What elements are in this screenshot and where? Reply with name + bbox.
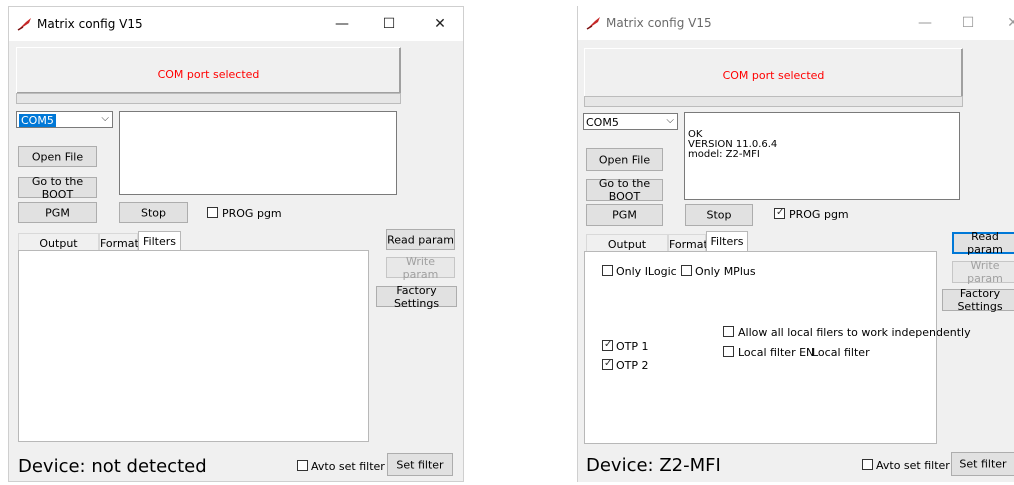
tab-filters[interactable]: Filters xyxy=(706,231,748,253)
set-filter-button[interactable]: Set filter xyxy=(387,453,453,476)
output-textbox[interactable]: OK VERSION 11.0.6.4 model: Z2-MFI xyxy=(684,112,960,200)
title-bar[interactable]: Matrix config V15 — ☐ ✕ xyxy=(9,7,463,41)
checkmark-icon: ✓ xyxy=(604,339,613,350)
feather-pen-icon xyxy=(586,17,600,30)
set-filter-button[interactable]: Set filter xyxy=(951,452,1014,476)
otp2-checkbox[interactable]: ✓ xyxy=(602,358,613,370)
write-param-button[interactable]: Write param xyxy=(386,255,455,281)
stop-button[interactable]: Stop xyxy=(685,204,753,226)
output-line: model: Z2-MFI xyxy=(688,149,760,160)
filters-tab-panel xyxy=(18,250,369,442)
go-to-boot-button[interactable]: Go to the BOOT xyxy=(18,175,97,201)
status-panel: COM port selected xyxy=(584,48,963,98)
com-port-value: COM5 xyxy=(586,116,619,129)
otp2-label: OTP 2 xyxy=(616,359,649,372)
config-window-connected: Matrix config V15 — ☐ ✕ COM port selecte… xyxy=(577,6,1014,482)
minimize-icon[interactable]: — xyxy=(910,11,940,35)
chevron-down-icon: ⌵ xyxy=(101,113,109,124)
only-mplus-label: Only MPlus xyxy=(695,265,756,278)
output-textbox[interactable] xyxy=(119,111,397,195)
prog-pgm-label: PROG pgm xyxy=(222,207,282,220)
avto-set-filter-checkbox[interactable] xyxy=(297,460,308,471)
pgm-button[interactable]: PGM xyxy=(18,202,97,223)
progress-bar xyxy=(16,93,401,104)
stop-button[interactable]: Stop xyxy=(119,202,188,223)
local-filter-en-label: Local filter EN xyxy=(738,346,815,359)
progress-bar xyxy=(584,96,963,107)
prog-pgm-checkbox[interactable]: ✓ xyxy=(774,207,785,219)
read-param-button[interactable]: Read param xyxy=(386,229,455,250)
pgm-button[interactable]: PGM xyxy=(586,204,663,226)
filters-tab-panel: Only ILogic Only MPlus Allow all local f… xyxy=(584,251,971,444)
prog-pgm-label: PROG pgm xyxy=(789,208,849,221)
close-icon[interactable]: ✕ xyxy=(425,12,455,36)
window-title: Matrix config V15 xyxy=(37,17,143,31)
otp1-checkbox[interactable]: ✓ xyxy=(602,339,613,351)
open-file-button[interactable]: Open File xyxy=(18,146,97,167)
tab-output-protocol[interactable]: Output protocol xyxy=(18,233,99,263)
config-window-disconnected: Matrix config V15 — ☐ ✕ COM port selecte… xyxy=(8,6,464,482)
status-text: COM port selected xyxy=(722,69,825,82)
tab-filters[interactable]: Filters xyxy=(138,231,181,252)
open-file-button[interactable]: Open File xyxy=(586,148,663,171)
device-status: Device: not detected xyxy=(18,456,207,477)
avto-set-filter-label: Avto set filter xyxy=(876,459,950,472)
tab-output-protocol[interactable]: Output protocol xyxy=(586,234,668,264)
com-port-select[interactable]: COM5 ⌵ xyxy=(16,111,113,128)
only-ilogic-label: Only ILogic xyxy=(616,265,677,278)
tab-format[interactable]: Format xyxy=(99,233,139,251)
window-title: Matrix config V15 xyxy=(606,16,712,30)
prog-pgm-checkbox[interactable] xyxy=(207,207,218,218)
local-filter-en-checkbox[interactable] xyxy=(723,346,734,357)
factory-settings-button[interactable]: Factory Settings xyxy=(942,287,1014,313)
checkmark-icon: ✓ xyxy=(604,358,613,369)
only-mplus-checkbox[interactable] xyxy=(681,265,692,276)
go-to-boot-button[interactable]: Go to the BOOT xyxy=(586,177,663,203)
status-panel: COM port selected xyxy=(16,47,401,94)
maximize-icon[interactable]: ☐ xyxy=(953,11,983,35)
local-filter-text: Local filter xyxy=(812,346,870,359)
maximize-icon[interactable]: ☐ xyxy=(374,12,404,36)
feather-pen-icon xyxy=(17,18,31,31)
status-text: COM port selected xyxy=(157,68,260,81)
read-param-button[interactable]: Read param xyxy=(952,230,1014,256)
device-status: Device: Z2-MFI xyxy=(586,455,721,476)
write-param-button[interactable]: Write param xyxy=(952,259,1014,285)
factory-settings-button[interactable]: Factory Settings xyxy=(376,284,457,310)
tab-format[interactable]: Format xyxy=(668,234,708,252)
only-ilogic-checkbox[interactable] xyxy=(602,265,613,276)
allow-local-filters-label: Allow all local filers to work independe… xyxy=(738,326,971,339)
otp1-label: OTP 1 xyxy=(616,340,649,353)
close-icon[interactable]: ✕ xyxy=(998,11,1014,35)
com-port-select[interactable]: COM5 ⌵ xyxy=(583,113,678,130)
com-port-value: COM5 xyxy=(19,114,56,127)
chevron-down-icon: ⌵ xyxy=(666,115,674,126)
title-bar[interactable]: Matrix config V15 — ☐ ✕ xyxy=(578,6,1014,40)
minimize-icon[interactable]: — xyxy=(327,12,357,36)
allow-local-filters-checkbox[interactable] xyxy=(723,326,734,337)
checkmark-icon: ✓ xyxy=(776,207,785,218)
avto-set-filter-checkbox[interactable] xyxy=(862,459,873,470)
avto-set-filter-label: Avto set filter xyxy=(311,460,385,473)
